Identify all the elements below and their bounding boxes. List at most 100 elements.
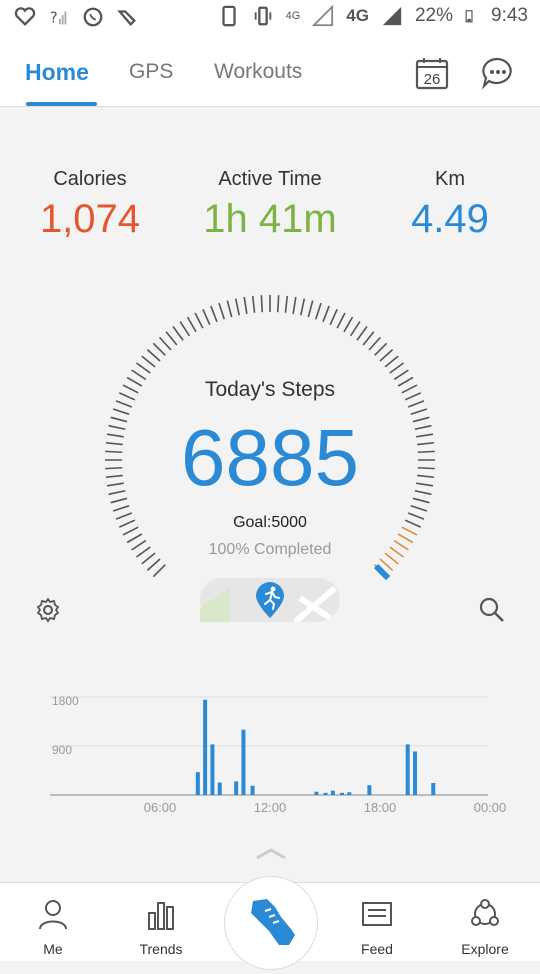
bar-chart-icon [148,902,174,930]
gauge-tick [362,331,375,346]
x-tick-label: 00:00 [474,800,507,815]
nav-trends-label: Trends [139,941,183,957]
calendar-icon[interactable]: 26 [415,56,449,90]
gauge-tick [329,308,338,326]
gauge-tick [384,355,399,368]
gauge-tick [152,564,166,578]
chart-bar [195,772,200,795]
status-bar: ? 4G 4G 22% 9:43 [0,0,540,36]
active-time-metric: Active Time 1h 41m [190,168,350,242]
gauge-tick [410,504,428,512]
gauge-tick [146,348,161,362]
top-navigation: Home GPS Workouts 26 [0,36,540,107]
chart-bar [250,785,255,795]
gauge-tick [314,302,322,320]
clock: 9:43 [491,5,528,26]
y-tick-label: 1800 [52,694,79,708]
gauge-tick [226,300,233,318]
gauge-tick [194,312,204,329]
calories-value: 1,074 [39,197,141,241]
nav-feed[interactable]: Feed [337,897,417,957]
tab-gps[interactable]: GPS [129,60,173,84]
gauge-tick [152,342,166,356]
km-value: 4.49 [411,197,489,241]
gauge-tick [356,326,368,341]
gauge-tick [234,298,241,316]
gauge-tick [368,336,382,351]
gauge-tick [276,295,280,313]
chevron-up-icon[interactable] [255,846,287,860]
gauge-tick [292,296,297,314]
search-icon[interactable] [478,596,506,624]
gauge-progress-marker [373,563,391,580]
gauge-tick [374,342,388,356]
gauge-tick [307,300,314,318]
call-4g-indicator: 4G [285,10,301,22]
gauge-tick [343,316,354,333]
chart-bar [367,785,372,795]
chart-bar [347,792,352,795]
gauge-tick [284,295,289,313]
nav-home-shoe-button[interactable] [224,876,318,970]
battery-percent: 22% [414,5,454,26]
steps-title: Today's Steps [204,378,336,401]
chart-bar [330,790,335,795]
settings-gear-icon[interactable] [34,596,62,624]
tab-workouts[interactable]: Workouts [214,60,302,84]
y-tick-label: 900 [52,743,72,757]
gauge-tick [322,305,330,323]
chart-bar [323,792,328,795]
chart-bar [203,699,208,795]
gauge-tick [260,295,264,313]
steps-value: 6885 [181,413,359,502]
feed-icon [362,902,392,926]
messages-icon[interactable] [481,56,515,90]
nav-explore-label: Explore [461,941,509,957]
steps-bar-chart: 1800 900 06:00 12:00 18:00 00:00 [50,694,507,815]
nav-trends[interactable]: Trends [121,897,201,957]
signal-no-service-icon: ? [50,10,67,27]
nav-me[interactable]: Me [13,897,93,957]
gauge-tick [299,298,306,316]
chart-bar [340,792,344,795]
nav-explore[interactable]: Explore [445,897,525,957]
gauge-tick [165,331,178,346]
gauge-tick [336,312,346,329]
whatsapp-icon [83,7,103,27]
gauge-tick [243,296,248,314]
gauge-tick [186,316,197,333]
shoe-icon [251,899,295,945]
chart-bar [431,783,436,795]
gauge-tick [210,305,218,323]
signal-empty-icon [312,5,334,27]
gauge-tick [202,308,211,326]
gps-map-button[interactable] [200,578,340,622]
chart-bar [413,751,417,795]
vibrate-icon [254,6,271,26]
signal-strength-icon [382,6,402,26]
gauge-tick [136,362,151,374]
gauge-tick [112,504,130,512]
shoe-notification-icon [117,10,136,27]
gauge-tick [158,336,172,351]
km-label: Km [435,168,465,190]
tab-home[interactable]: Home [25,59,89,86]
calendar-day: 26 [424,71,441,88]
chart-bar [234,781,239,795]
chart-bar [217,782,222,795]
chart-bar [314,791,319,795]
person-icon [39,900,67,930]
network-type: 4G [346,6,369,25]
calories-metric: Calories 1,074 [30,168,150,242]
chart-bar [405,744,410,795]
gauge-tick [218,302,226,320]
tab-active-indicator [26,102,97,106]
svg-text:?: ? [50,10,58,27]
nav-feed-label: Feed [361,941,393,957]
chart-bar [210,744,215,795]
steps-completed: 100% Completed [208,541,332,558]
steps-goal: Goal:5000 [233,514,307,531]
nav-me-label: Me [43,941,63,957]
chart-bar [241,729,246,795]
active-time-label: Active Time [218,168,322,190]
